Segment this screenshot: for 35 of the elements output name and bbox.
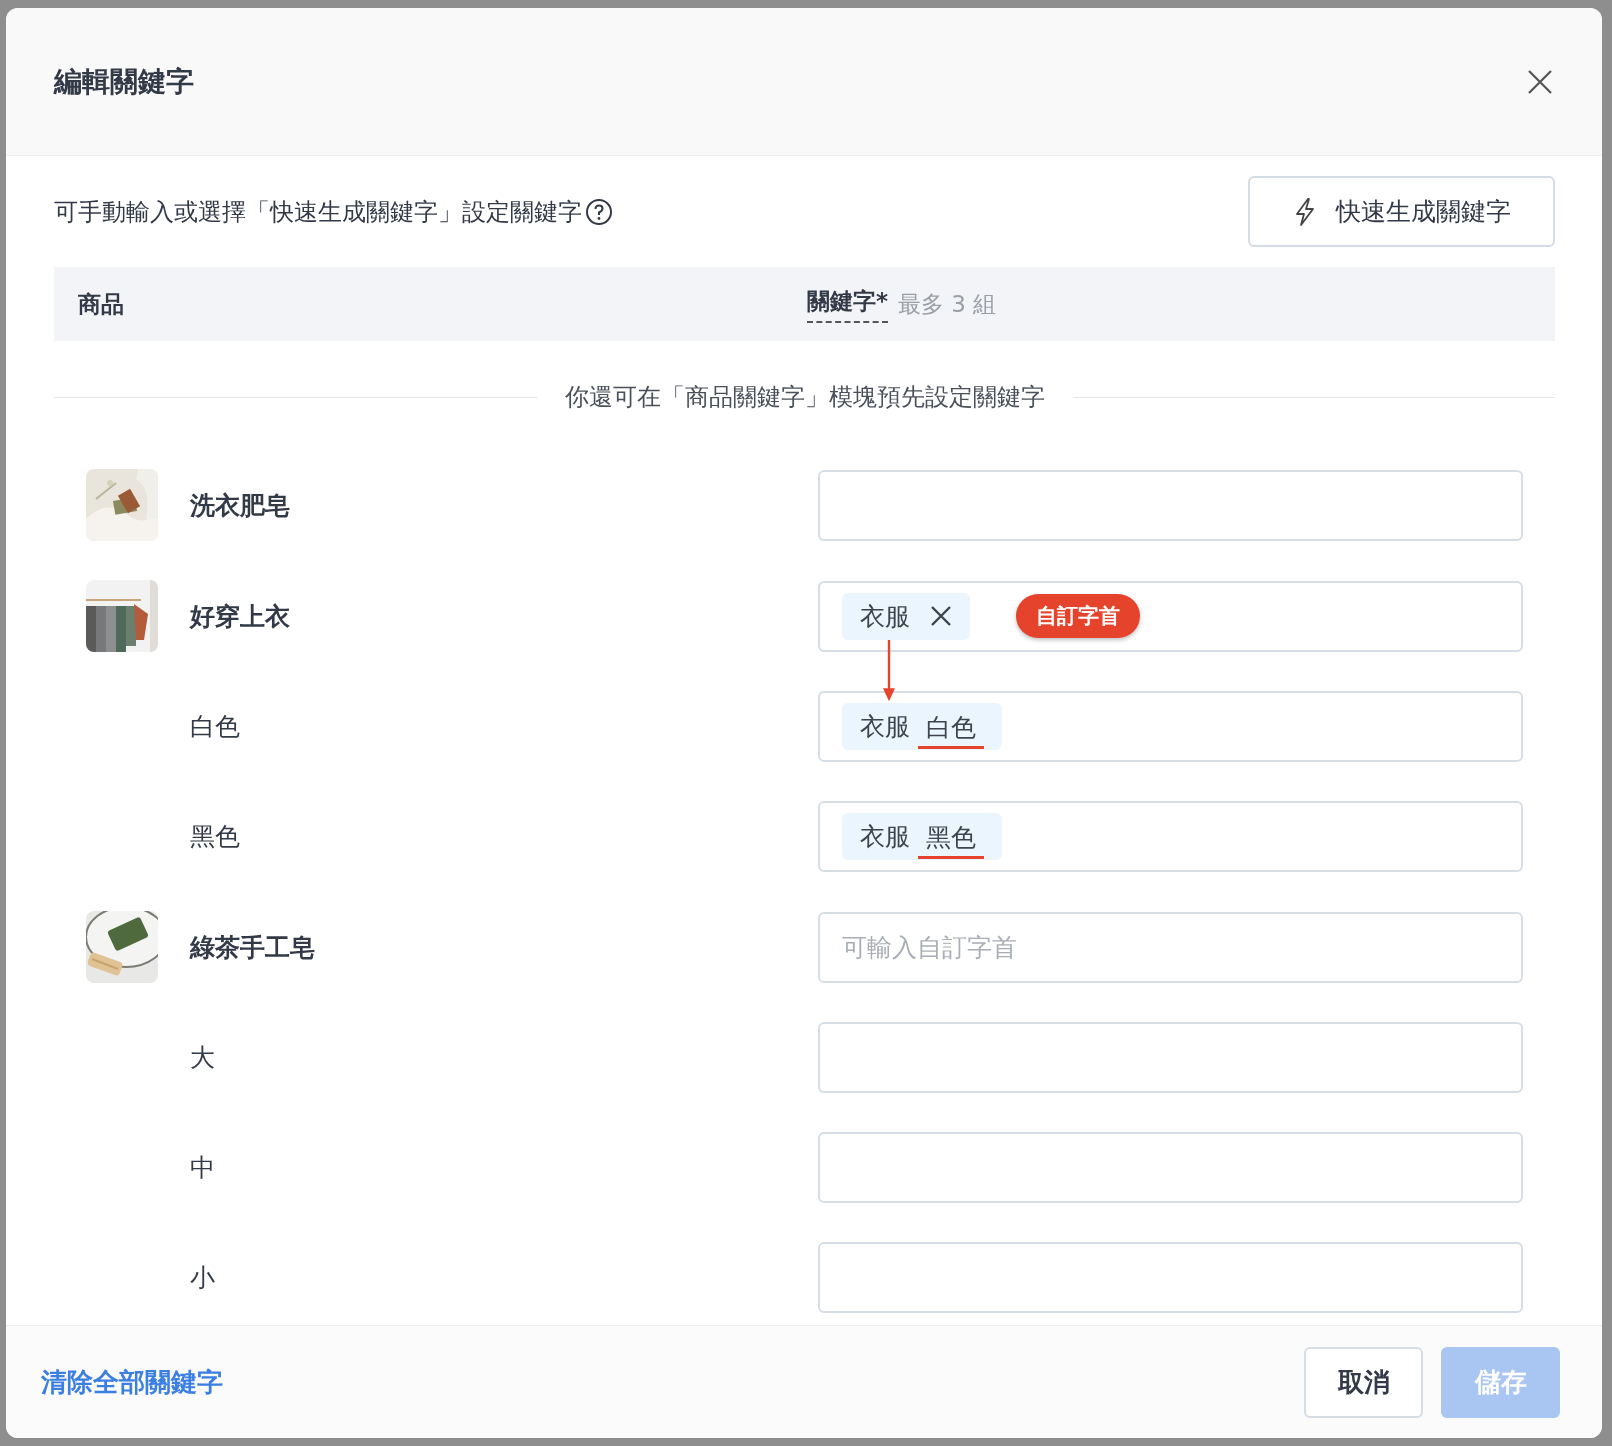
prefix-badge: 自訂字首	[1016, 594, 1140, 638]
column-header: 商品	[77, 289, 125, 319]
column-header: 關鍵字*	[807, 285, 889, 323]
column-hint: 最多 3 組	[898, 289, 997, 319]
keyword-field[interactable]: 衣服 自訂字首	[818, 580, 1523, 652]
keyword-field[interactable]	[818, 1022, 1523, 1093]
keyword-suffix: 白色	[918, 710, 984, 749]
product-name: 綠茶手工皂	[190, 931, 315, 964]
variant-name: 大	[190, 1042, 215, 1074]
cancel-button[interactable]: 取消	[1304, 1346, 1423, 1418]
dialog-title: 編輯關鍵字	[54, 63, 194, 100]
product-name: 好穿上衣	[190, 600, 290, 633]
product-name: 洗衣肥皂	[190, 489, 290, 522]
keyword-tag: 衣服 黑色	[842, 813, 1002, 860]
variant-name: 黑色	[190, 821, 240, 853]
quick-generate-button[interactable]: 快速生成關鍵字	[1248, 176, 1555, 247]
close-icon[interactable]	[1526, 67, 1554, 96]
keyword-field[interactable]	[818, 1132, 1523, 1203]
keyword-field[interactable]	[818, 469, 1523, 541]
divider-note: 你還可在「商品關鍵字」模塊預先設定關鍵字	[564, 382, 1045, 413]
variant-name: 中	[190, 1152, 215, 1184]
clear-all-link[interactable]: 清除全部關鍵字	[41, 1364, 223, 1400]
keyword-field[interactable]	[818, 1242, 1523, 1313]
help-icon[interactable]	[585, 197, 613, 226]
keyword-tag: 衣服	[842, 592, 970, 640]
variant-name: 白色	[190, 711, 240, 743]
keyword-field[interactable]: 衣服 黑色	[818, 801, 1523, 872]
variant-name: 小	[190, 1262, 215, 1294]
keyword-tag: 衣服 白色	[842, 703, 1002, 750]
keyword-field[interactable]: 衣服 白色	[818, 691, 1523, 762]
keyword-field[interactable]: 可輸入自訂字首	[818, 911, 1523, 983]
instruction-text: 可手動輸入或選擇「快速生成關鍵字」設定關鍵字	[54, 196, 582, 228]
remove-icon[interactable]	[930, 605, 952, 627]
arrow-icon	[882, 639, 896, 703]
keyword-suffix: 黑色	[918, 820, 984, 859]
